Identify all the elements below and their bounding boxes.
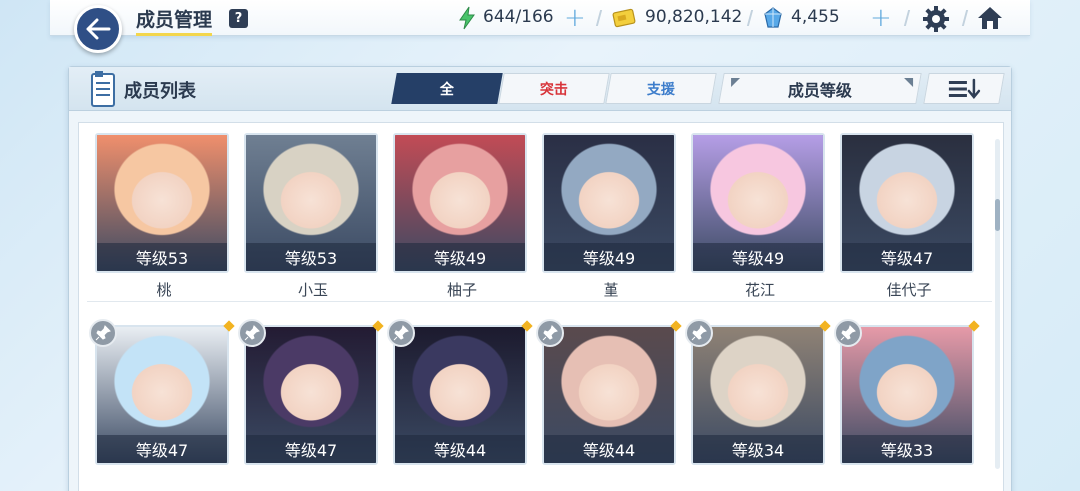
member-card[interactable]: 等级33 <box>840 325 974 465</box>
member-level: 等级34 <box>693 435 823 463</box>
pyroxene-value: 4,455 <box>791 7 840 27</box>
member-name: 花江 <box>744 281 775 299</box>
member-level: 等级49 <box>395 243 525 271</box>
dropdown-corner-icon <box>904 78 914 87</box>
member-card[interactable]: 等级44 <box>542 325 676 465</box>
member-card[interactable]: 等级53 <box>244 133 378 273</box>
member-level: 等级44 <box>395 435 525 463</box>
member-level: 等级53 <box>97 243 227 271</box>
ap-add-button[interactable]: + <box>564 3 586 33</box>
member-level: 等级33 <box>842 435 972 463</box>
pin-icon[interactable] <box>238 319 266 347</box>
member-card[interactable]: 等级44 <box>393 325 527 465</box>
member-grid: 等级53 桃等级53 小玉 等级49 柚子 等级49 堇等级49 花江 等级47 佳代子 等级47 等… <box>78 122 1004 491</box>
ap-value: 644/166 <box>483 7 554 27</box>
back-button[interactable] <box>74 5 122 53</box>
member-level: 等级47 <box>842 243 972 271</box>
member-card[interactable]: 等级34 <box>691 325 825 465</box>
sort-order-button[interactable] <box>923 73 1005 104</box>
member-name: 堇 <box>603 281 619 299</box>
arrow-left-icon <box>86 18 111 40</box>
pin-icon[interactable] <box>387 319 415 347</box>
pyroxene-icon <box>764 7 782 28</box>
member-level: 等级53 <box>246 243 376 271</box>
member-name: 桃 <box>156 281 172 299</box>
home-icon[interactable] <box>976 5 1004 31</box>
pyroxene-add-button[interactable]: + <box>870 3 892 33</box>
member-card[interactable]: 等级47 <box>95 325 229 465</box>
pin-icon[interactable] <box>834 319 862 347</box>
pin-icon[interactable] <box>89 319 117 347</box>
tab-special[interactable]: 支援 <box>605 73 717 104</box>
scrollbar-track[interactable] <box>995 139 1000 469</box>
member-name: 小玉 <box>297 281 328 299</box>
page-title: 成员管理 <box>136 5 213 36</box>
pin-icon[interactable] <box>536 319 564 347</box>
ap-lightning-icon <box>459 6 475 30</box>
divider <box>87 301 992 302</box>
member-level: 等级47 <box>246 435 376 463</box>
tab-striker[interactable]: 突击 <box>498 73 610 104</box>
member-card[interactable]: 等级47 <box>840 133 974 273</box>
member-list-panel: 成员列表 全 突击 支援 成员等级 等级53 桃 等级53 小玉 等级49 柚子 等级49 堇… <box>68 66 1012 491</box>
member-card[interactable]: 等级49 <box>691 133 825 273</box>
member-level: 等级49 <box>544 243 674 271</box>
tab-label: 突击 <box>540 81 568 98</box>
credits-value: 90,820,142 <box>645 7 743 27</box>
sort-label: 成员等级 <box>787 80 852 100</box>
tab-all[interactable]: 全 <box>391 73 503 104</box>
tab-label: 全 <box>440 81 454 98</box>
member-level: 等级44 <box>544 435 674 463</box>
panel-title: 成员列表 <box>124 81 196 102</box>
filter-corner-icon <box>731 78 741 87</box>
scrollbar-thumb[interactable] <box>995 199 1000 231</box>
member-level: 等级47 <box>97 435 227 463</box>
member-card[interactable]: 等级49 <box>542 133 676 273</box>
member-card[interactable]: 等级49 <box>393 133 527 273</box>
pin-icon[interactable] <box>685 319 713 347</box>
member-name: 柚子 <box>446 281 477 299</box>
member-card[interactable]: 等级47 <box>244 325 378 465</box>
gear-icon[interactable] <box>922 5 950 33</box>
member-card[interactable]: 等级53 <box>95 133 229 273</box>
help-icon[interactable]: ? <box>229 9 248 28</box>
sort-descending-icon <box>949 78 981 99</box>
member-name: 佳代子 <box>886 281 932 299</box>
sort-select[interactable]: 成员等级 <box>718 73 922 104</box>
member-list-icon <box>91 71 115 107</box>
member-level: 等级49 <box>693 243 823 271</box>
tab-label: 支援 <box>647 81 675 98</box>
credit-icon <box>612 8 636 28</box>
